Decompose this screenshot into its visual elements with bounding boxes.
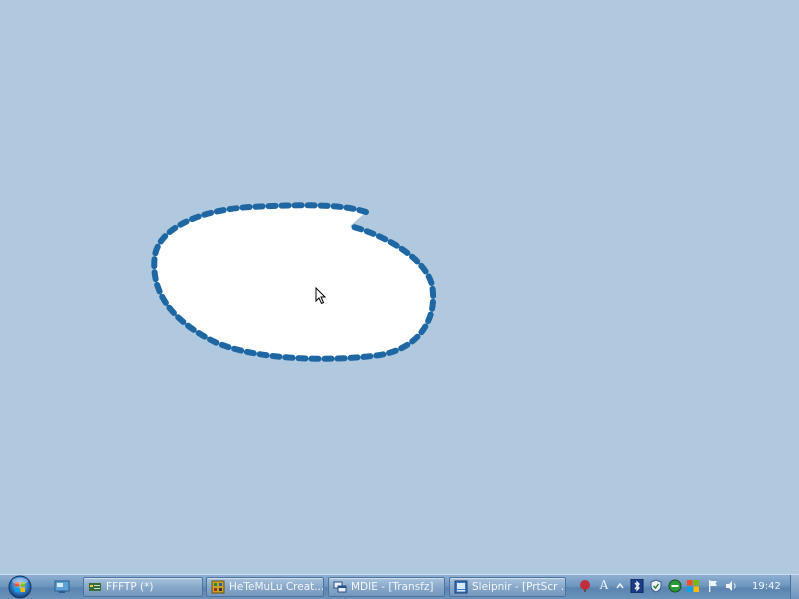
bluetooth-icon[interactable]	[630, 579, 644, 593]
security-shield-icon[interactable]	[649, 579, 663, 593]
chevron-up-icon[interactable]	[613, 579, 627, 593]
taskbar-button-label: MDIE - [Transfz]	[351, 581, 434, 593]
taskbar-button-hetemulu[interactable]: HeTeMuLu Creat...	[206, 577, 324, 597]
no-entry-icon[interactable]	[668, 579, 682, 593]
ffftp-icon	[89, 583, 101, 591]
ime-icon[interactable]: A	[597, 578, 611, 592]
taskbar-button-label: HeTeMuLu Creat...	[229, 581, 323, 593]
taskbar-button-mdie[interactable]: MDIE - [Transfz]	[328, 577, 445, 597]
show-desktop-button[interactable]	[790, 575, 799, 599]
taskbar-button-sleipnir[interactable]: Sleipnir - [PrtScr ...	[449, 577, 566, 597]
ime-label: A	[599, 578, 609, 592]
desktop[interactable]	[0, 0, 799, 574]
sleipnir-icon	[454, 580, 468, 594]
taskbar-button-label: Sleipnir - [PrtScr ...	[472, 581, 565, 593]
freeform-selection-fill	[154, 205, 434, 359]
taskbar-button-label: FFFTP (*)	[106, 581, 154, 593]
hetemulu-icon	[211, 580, 225, 594]
windows-flag-icon[interactable]	[686, 579, 700, 593]
taskbar-clock[interactable]: 19:42	[752, 581, 781, 592]
taskbar: FFFTP (*) HeTeMuLu Creat... MDIE - [Tran…	[0, 574, 799, 599]
freeform-selection-shape	[151, 202, 437, 362]
network-red-icon[interactable]	[578, 579, 592, 593]
taskbar-button-ffftp[interactable]: FFFTP (*)	[83, 577, 203, 597]
windows-orb-icon[interactable]	[6, 575, 34, 599]
volume-icon[interactable]	[724, 579, 738, 593]
mouse-cursor-icon	[315, 287, 327, 305]
mdie-icon	[333, 581, 347, 593]
show-desktop-icon[interactable]	[54, 580, 70, 594]
action-center-flag-icon[interactable]	[706, 579, 720, 593]
